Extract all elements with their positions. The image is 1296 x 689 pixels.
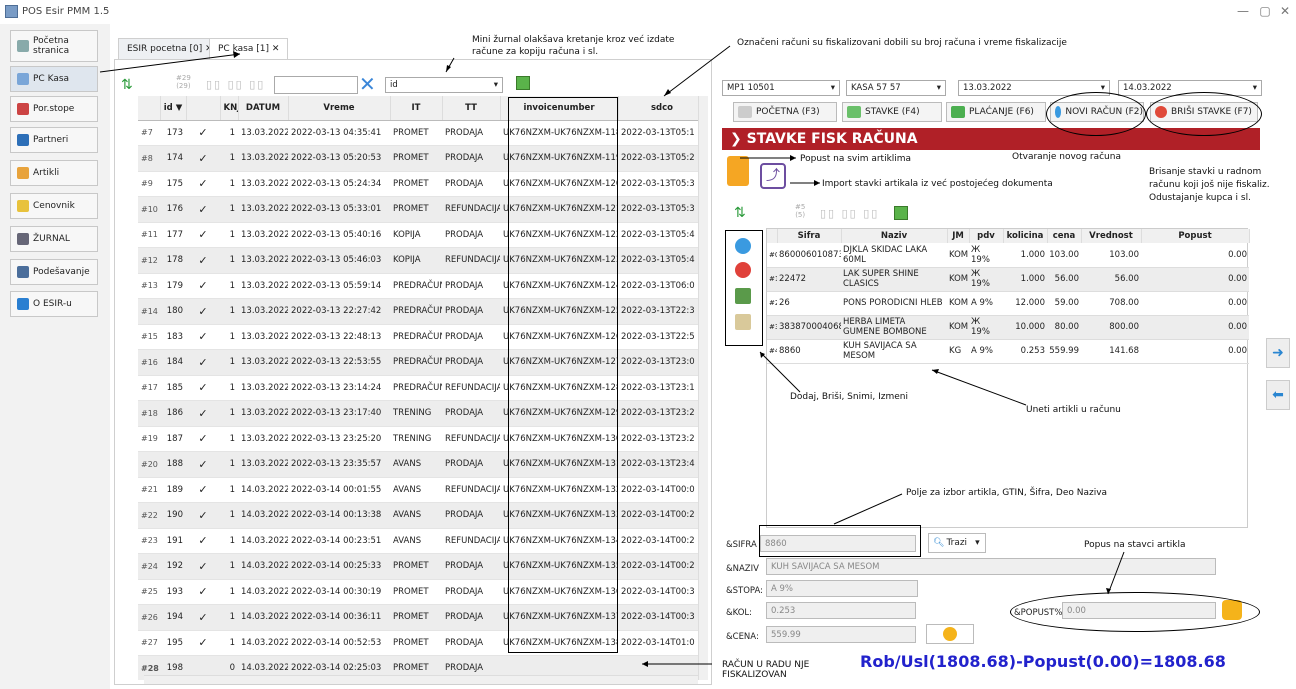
annotation-arrows — [99, 45, 1125, 667]
